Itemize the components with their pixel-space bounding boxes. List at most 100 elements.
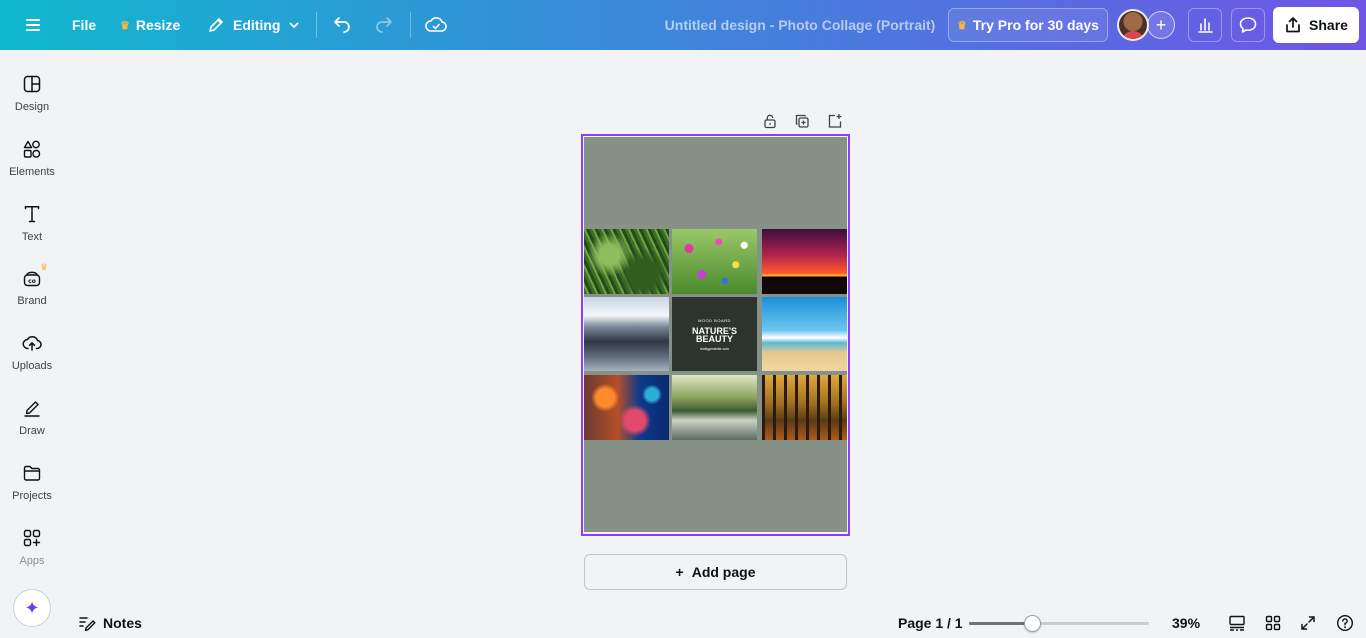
sidebar-item-label: Projects xyxy=(12,490,52,502)
text-icon xyxy=(24,206,40,223)
zoom-slider-thumb[interactable] xyxy=(1023,615,1041,632)
share-upload-icon xyxy=(1286,17,1300,33)
resize-label: Resize xyxy=(135,17,181,33)
folder-icon xyxy=(23,465,41,481)
sidebar-item-label: Uploads xyxy=(11,360,53,372)
left-sidebar: Design Elements Text ♛ co Brand Uploads … xyxy=(0,50,64,638)
file-menu-label: File xyxy=(72,17,97,33)
sidebar-item-projects[interactable]: Projects xyxy=(0,461,64,521)
photo-coral-reef[interactable] xyxy=(584,375,669,440)
invite-button[interactable]: + xyxy=(1147,11,1175,39)
sidebar-item-label: Draw xyxy=(19,425,45,437)
insights-button[interactable] xyxy=(1188,8,1222,42)
page-indicator[interactable]: Page 1 / 1 xyxy=(898,612,963,634)
resize-button[interactable]: ♛ Resize xyxy=(120,0,180,50)
apps-grid-icon xyxy=(23,529,41,547)
sidebar-item-design[interactable]: Design xyxy=(0,72,64,132)
add-page-button[interactable]: + Add page xyxy=(584,554,847,590)
sidebar-item-apps[interactable]: Apps xyxy=(0,526,64,586)
hamburger-icon xyxy=(26,24,40,26)
notes-label: Notes xyxy=(103,615,142,631)
help-icon xyxy=(1336,614,1354,632)
fullscreen-button[interactable] xyxy=(1298,613,1318,633)
grid-view-button[interactable] xyxy=(1263,613,1283,633)
cloud-upload-icon xyxy=(22,335,42,351)
editing-label: Editing xyxy=(233,17,281,33)
top-toolbar: File ♛ Resize Editing Untitled design - … xyxy=(0,0,1366,50)
pages-view-icon xyxy=(1229,615,1245,631)
main-menu-button[interactable] xyxy=(20,0,46,50)
lock-icon xyxy=(764,114,776,129)
elements-icon xyxy=(23,140,41,158)
website-label: reallygreatsite.com xyxy=(699,346,730,351)
redo-icon xyxy=(376,17,392,33)
crown-icon: ♛ xyxy=(40,262,49,272)
zoom-slider-fill xyxy=(969,622,1032,625)
sparkle-icon: ✦ xyxy=(24,597,40,618)
document-title[interactable]: Untitled design - Photo Collage (Portrai… xyxy=(630,0,970,50)
add-page-icon-button[interactable] xyxy=(824,110,846,132)
toolbar-divider xyxy=(316,12,317,38)
photo-autumn-forest[interactable] xyxy=(762,375,847,440)
try-pro-button[interactable]: ♛ Try Pro for 30 days xyxy=(948,8,1108,42)
lock-page-button[interactable] xyxy=(759,110,781,132)
save-status-button[interactable] xyxy=(425,0,447,50)
sidebar-item-label: Elements xyxy=(9,166,55,178)
grid-view-icon xyxy=(1265,615,1281,631)
file-menu-button[interactable]: File xyxy=(72,0,96,50)
add-page-label: Add page xyxy=(691,564,756,580)
share-button[interactable]: Share xyxy=(1273,7,1359,43)
photo-wildflowers[interactable] xyxy=(672,229,757,294)
duplicate-page-button[interactable] xyxy=(791,110,813,132)
redo-button[interactable] xyxy=(374,0,394,50)
undo-icon xyxy=(334,17,350,33)
add-page-icon xyxy=(828,114,842,128)
notes-button[interactable]: Notes xyxy=(78,612,142,634)
sidebar-item-label: Brand xyxy=(17,295,47,307)
photo-lake-boat[interactable] xyxy=(672,375,757,440)
help-button[interactable] xyxy=(1335,613,1355,633)
zoom-slider[interactable] xyxy=(969,615,1149,632)
design-icon xyxy=(23,75,41,93)
undo-button[interactable] xyxy=(332,0,352,50)
photo-mountains[interactable] xyxy=(584,297,669,371)
avatar[interactable] xyxy=(1117,9,1149,41)
zoom-percentage[interactable]: 39% xyxy=(1172,612,1200,634)
photo-ferns[interactable] xyxy=(584,229,669,294)
photo-sunset[interactable] xyxy=(762,229,847,294)
toolbar-divider xyxy=(410,12,411,38)
pencil-icon xyxy=(209,18,223,32)
sidebar-item-label: Apps xyxy=(19,555,45,567)
editing-mode-button[interactable]: Editing xyxy=(207,0,300,50)
sidebar-item-label: Design xyxy=(14,101,50,113)
sidebar-item-draw[interactable]: Draw xyxy=(0,396,64,456)
plus-icon: + xyxy=(1155,14,1167,35)
design-page[interactable]: MOOD BOARD NATURE'S BEAUTY reallygreatsi… xyxy=(584,137,847,532)
sidebar-item-label: Text xyxy=(21,231,43,243)
comment-icon xyxy=(1239,17,1257,33)
expand-icon xyxy=(1301,616,1315,630)
bar-chart-icon xyxy=(1198,18,1213,33)
sidebar-item-brand[interactable]: ♛ co Brand xyxy=(0,262,64,326)
mood-board-label: MOOD BOARD xyxy=(698,317,731,323)
title-line-2: BEAUTY xyxy=(695,333,733,344)
crown-icon: ♛ xyxy=(120,19,130,32)
sidebar-item-text[interactable]: Text xyxy=(0,202,64,262)
sidebar-item-elements[interactable]: Elements xyxy=(0,137,64,197)
magic-assistant-button[interactable]: ✦ xyxy=(13,589,51,627)
svg-text:co: co xyxy=(28,278,36,285)
chevron-down-icon xyxy=(289,22,300,29)
plus-icon: + xyxy=(675,564,684,580)
draw-pen-icon xyxy=(24,401,40,417)
sidebar-item-uploads[interactable]: Uploads xyxy=(0,331,64,391)
comments-button[interactable] xyxy=(1231,8,1265,42)
page-view-button[interactable] xyxy=(1227,613,1247,633)
cloud-check-icon xyxy=(425,17,447,32)
photo-beach[interactable] xyxy=(762,297,847,371)
share-label: Share xyxy=(1309,17,1348,33)
notes-icon xyxy=(79,617,96,631)
try-pro-label: Try Pro for 30 days xyxy=(972,17,1099,33)
mood-board-title-tile[interactable]: MOOD BOARD NATURE'S BEAUTY reallygreatsi… xyxy=(672,297,757,371)
duplicate-icon xyxy=(795,114,809,128)
brand-icon: co xyxy=(23,271,41,287)
